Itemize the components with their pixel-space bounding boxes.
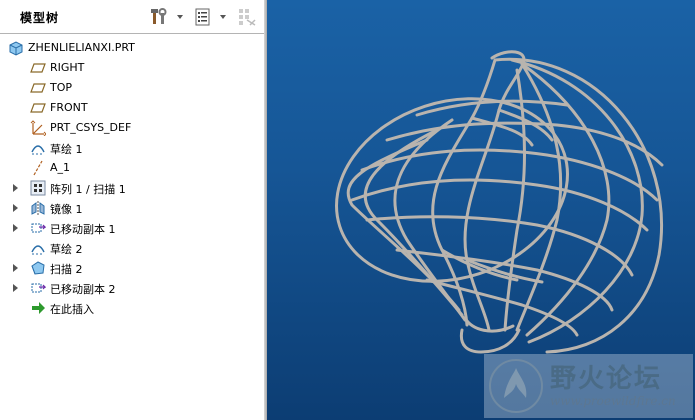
datum-plane-icon — [30, 80, 46, 96]
tree-item-insert-here[interactable]: 在此插入 — [0, 298, 264, 318]
tree-item-sketch-2[interactable]: 草绘 2 — [0, 238, 264, 258]
tree-item-moved-copy-1[interactable]: 已移动副本 1 — [0, 218, 264, 238]
expand-arrow-icon[interactable] — [13, 264, 18, 272]
tree-item-sweep-2[interactable]: 扫描 2 — [0, 258, 264, 278]
tree-item-top[interactable]: TOP — [0, 78, 264, 98]
tree-item-label: 已移动副本 1 — [50, 223, 116, 236]
settings-icon[interactable] — [150, 8, 168, 26]
expand-arrow-icon[interactable] — [13, 224, 18, 232]
tree-item-label: 已移动副本 2 — [50, 283, 116, 296]
tree-item-label: A_1 — [50, 161, 71, 174]
watermark-url: www.proewildfire.cn — [550, 394, 676, 408]
model-tree-panel: 模型树 ZHENLIELIANXI.PRT RIGHT TOP FRONT PR… — [0, 0, 266, 420]
tree-item-sketch-1[interactable]: 草绘 1 — [0, 138, 264, 158]
tree-item-label: FRONT — [50, 101, 88, 114]
tree-root-label: ZHENLIELIANXI.PRT — [28, 41, 135, 54]
part-icon — [8, 40, 24, 56]
sketch-icon — [30, 140, 46, 156]
tree-item-csys[interactable]: PRT_CSYS_DEF — [0, 118, 264, 138]
moved-copy-icon — [30, 280, 47, 296]
pattern-icon — [30, 180, 46, 196]
mirror-icon — [30, 200, 46, 216]
tree-filter-icon[interactable] — [194, 8, 212, 26]
tree-item-right[interactable]: RIGHT — [0, 58, 264, 78]
watermark-title: 野火论坛 — [550, 364, 663, 394]
tree-item-front[interactable]: FRONT — [0, 98, 264, 118]
panel-title: 模型树 — [20, 11, 60, 25]
tree-item-label: 在此插入 — [50, 303, 94, 316]
tree-item-label: 扫描 2 — [50, 263, 83, 276]
sketch-icon — [30, 240, 46, 256]
tree-item-label: 草绘 1 — [50, 143, 83, 156]
settings-dropdown-icon[interactable] — [177, 15, 183, 19]
tree-item-label: 镜像 1 — [50, 203, 83, 216]
tree-item-label: TOP — [50, 81, 73, 94]
tree-item-label: 阵列 1 / 扫描 1 — [50, 183, 126, 196]
model-tree-header: 模型树 — [0, 0, 264, 34]
datum-plane-icon — [30, 60, 46, 76]
datum-plane-icon — [30, 100, 46, 116]
expand-arrow-icon[interactable] — [13, 184, 18, 192]
tree-item-label: PRT_CSYS_DEF — [50, 121, 132, 134]
tree-item-mirror-1[interactable]: 镜像 1 — [0, 198, 264, 218]
tree-item-moved-copy-2[interactable]: 已移动副本 2 — [0, 278, 264, 298]
expand-arrow-icon[interactable] — [13, 204, 18, 212]
tree-filter-dropdown-icon[interactable] — [220, 15, 226, 19]
expand-arrow-icon[interactable] — [13, 284, 18, 292]
forum-logo-icon — [489, 359, 543, 413]
insert-here-icon — [30, 300, 46, 316]
datum-axis-icon — [30, 160, 46, 176]
tree-item-axis[interactable]: A_1 — [0, 158, 264, 178]
watermark: 野火论坛 www.proewildfire.cn — [484, 354, 693, 418]
tree-item-label: 草绘 2 — [50, 243, 83, 256]
coordinate-system-icon — [30, 120, 47, 137]
tree-item-label: RIGHT — [50, 61, 85, 74]
sweep-icon — [30, 260, 46, 276]
display-options-icon[interactable] — [238, 8, 256, 26]
tree-root[interactable]: ZHENLIELIANXI.PRT — [0, 38, 264, 58]
tree-item-pattern-1[interactable]: 阵列 1 / 扫描 1 — [0, 178, 264, 198]
moved-copy-icon — [30, 220, 47, 236]
